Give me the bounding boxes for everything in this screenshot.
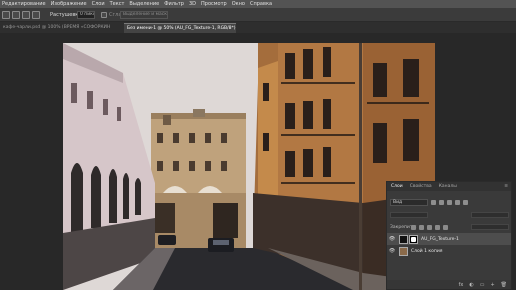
- menu-layers[interactable]: Слои: [92, 0, 105, 8]
- layer-row[interactable]: 👁 AU_FG_Texture-1: [387, 233, 511, 245]
- menu-help[interactable]: Справка: [250, 0, 272, 8]
- visibility-eye-icon[interactable]: 👁: [387, 236, 397, 242]
- lock-image-icon[interactable]: [419, 225, 424, 230]
- options-bar: Растушевка: 0 пикс. Сглаживание Выделени…: [0, 8, 516, 22]
- lock-icons: [411, 225, 448, 230]
- layer-thumbnail: [399, 234, 408, 244]
- layer-thumbnail: [399, 246, 408, 256]
- tab-properties[interactable]: Свойства: [410, 184, 432, 189]
- menu-filter[interactable]: Фильтр: [164, 0, 184, 8]
- intersect-selection-icon[interactable]: [32, 11, 40, 19]
- layers-panel-tabs: Слои Свойства Каналы ≡: [387, 182, 511, 191]
- pixel-filter-icon[interactable]: [431, 200, 436, 205]
- menu-edit[interactable]: Редактирование: [2, 0, 46, 8]
- fx-icon[interactable]: fx: [459, 282, 464, 288]
- layers-panel-footer: fx ◐ ▭ + 🗑: [387, 280, 511, 289]
- adjustment-filter-icon[interactable]: [439, 200, 444, 205]
- canvas-image[interactable]: [63, 43, 435, 290]
- subtract-selection-icon[interactable]: [22, 11, 30, 19]
- kind-filter-dropdown[interactable]: Вид: [390, 199, 428, 206]
- lock-transparent-icon[interactable]: [411, 225, 416, 230]
- menu-window[interactable]: Окно: [232, 0, 245, 8]
- layer-mask-thumbnail[interactable]: [409, 234, 418, 244]
- lock-all-icon[interactable]: [443, 225, 448, 230]
- document-tab-bar: кафе-чарли.psd @ 100% (ВРЕМЯ «СОФОРКИНГ»…: [0, 22, 516, 33]
- lock-position-icon[interactable]: [427, 225, 432, 230]
- tab-channels[interactable]: Каналы: [439, 184, 457, 189]
- visibility-eye-icon[interactable]: 👁: [387, 248, 397, 254]
- layer-name[interactable]: AU_FG_Texture-1: [421, 237, 459, 242]
- adjustment-layer-icon[interactable]: ◐: [469, 282, 473, 288]
- new-layer-icon[interactable]: +: [490, 282, 494, 288]
- blend-mode-dropdown[interactable]: [390, 212, 428, 218]
- type-filter-icon[interactable]: [447, 200, 452, 205]
- smoothing-checkbox[interactable]: [101, 12, 107, 18]
- smart-object-filter-icon[interactable]: [463, 200, 468, 205]
- select-mask-button[interactable]: Выделение и маска...: [120, 11, 168, 19]
- menu-image[interactable]: Изображение: [51, 0, 87, 8]
- panel-menu-icon[interactable]: ≡: [504, 184, 508, 189]
- shape-filter-icon[interactable]: [455, 200, 460, 205]
- feather-input[interactable]: 0 пикс.: [77, 11, 95, 19]
- menu-type[interactable]: Текст: [110, 0, 125, 8]
- tab-document-1[interactable]: кафе-чарли.psd @ 100% (ВРЕМЯ «СОФОРКИНГ»…: [0, 23, 110, 33]
- menu-select[interactable]: Выделение: [129, 0, 159, 8]
- menu-view[interactable]: Просмотр: [201, 0, 227, 8]
- add-selection-icon[interactable]: [12, 11, 20, 19]
- menu-3d[interactable]: 3D: [189, 0, 196, 8]
- trash-icon[interactable]: 🗑: [501, 282, 507, 288]
- tab-document-active[interactable]: Без имени-1 @ 50% (AU_FG_Texture-1, RGB/…: [124, 23, 236, 33]
- layers-panel: Слои Свойства Каналы ≡ Вид Закрепить: 👁 …: [386, 181, 512, 290]
- menu-bar: Редактирование Изображение Слои Текст Вы…: [0, 0, 516, 8]
- layer-row[interactable]: 👁 Слой 1 копия: [387, 245, 511, 257]
- lock-artboard-icon[interactable]: [435, 225, 440, 230]
- fill-field[interactable]: [471, 224, 509, 230]
- opacity-field[interactable]: [471, 212, 509, 218]
- group-folder-icon[interactable]: ▭: [480, 282, 485, 288]
- kind-filter-label: Вид: [393, 200, 403, 205]
- new-selection-icon[interactable]: [2, 11, 10, 19]
- tab-document-active-label: Без имени-1 @ 50% (AU_FG_Texture-1, RGB/…: [127, 26, 236, 31]
- tab-layers[interactable]: Слои: [391, 184, 403, 189]
- filter-icons: [431, 200, 468, 205]
- layer-name[interactable]: Слой 1 копия: [411, 249, 442, 254]
